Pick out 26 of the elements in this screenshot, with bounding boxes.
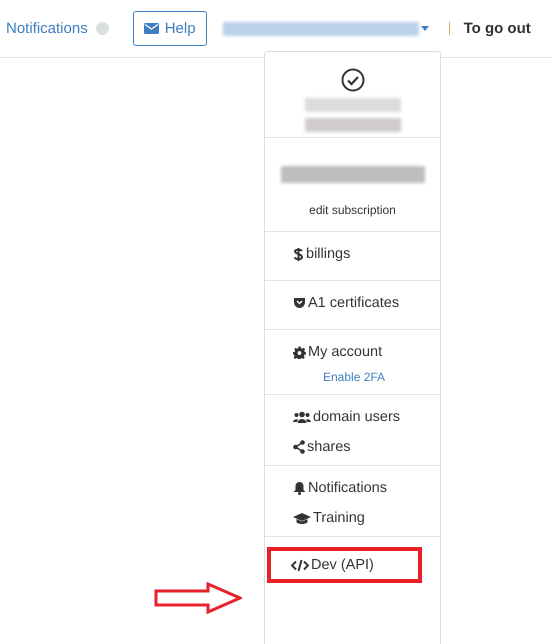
menu-item[interactable]: Notifications — [293, 480, 387, 496]
help-button[interactable]: Help — [132, 11, 207, 46]
graduation-cap-icon — [293, 512, 311, 524]
menu-item[interactable]: domain users — [293, 409, 400, 425]
menu-sub-link[interactable]: Enable 2FA — [323, 370, 440, 384]
check-circle-icon — [340, 68, 364, 92]
logout-link[interactable]: To go out — [464, 20, 531, 37]
edit-subscription-link[interactable]: edit subscription — [309, 203, 396, 217]
menu-item[interactable]: Dev (API) — [271, 551, 418, 579]
caret-icon — [420, 26, 429, 31]
code-icon — [291, 558, 309, 572]
share-icon — [293, 440, 305, 454]
user-menu-button[interactable] — [222, 22, 429, 36]
menu-item[interactable]: Training — [293, 510, 365, 526]
menu-item[interactable]: My account — [293, 344, 382, 360]
menu-item[interactable]: shares — [293, 439, 351, 455]
dollar-icon — [293, 246, 304, 262]
gear-icon — [293, 346, 306, 358]
envelope-icon — [144, 23, 159, 34]
shield-icon — [293, 297, 306, 309]
menu-item[interactable]: A1 certificates — [293, 295, 400, 311]
menu-item[interactable]: billings — [293, 246, 350, 262]
bell-icon — [293, 481, 306, 495]
users-icon — [293, 411, 311, 423]
notifications-link[interactable]: Notifications — [6, 20, 88, 37]
status-dot — [96, 22, 109, 35]
